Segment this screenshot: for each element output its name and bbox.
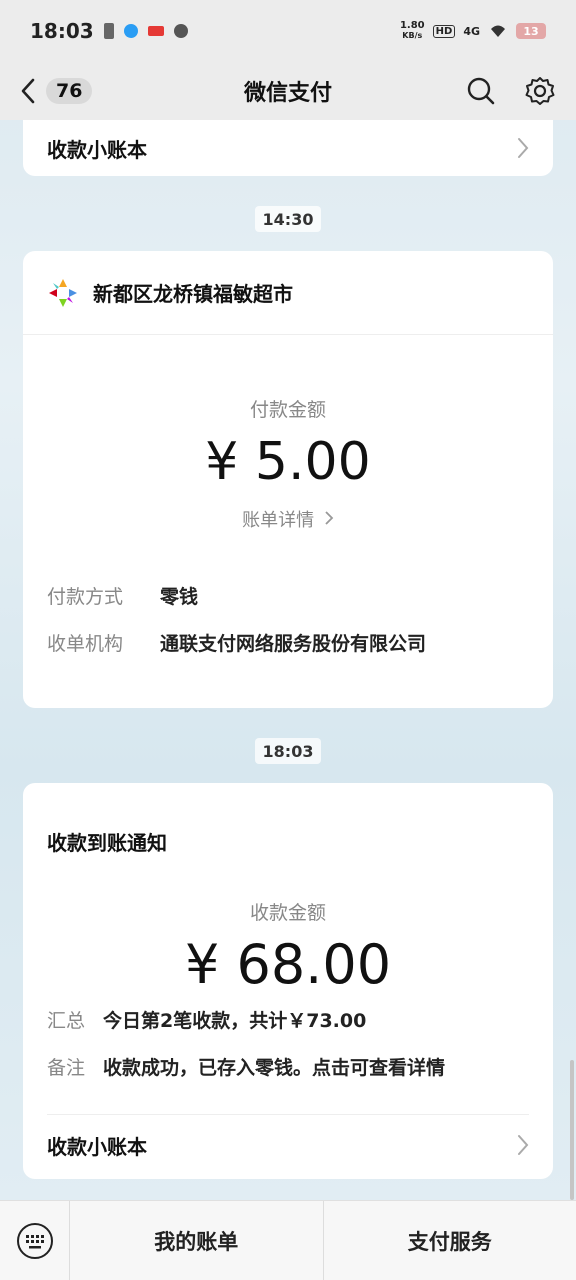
status-time: 18:03 xyxy=(30,19,94,43)
payment-card[interactable]: 新都区龙桥镇福敏超市 付款金额 ¥ 5.00 账单详情 付款方式 零钱 收单机构… xyxy=(23,251,553,708)
network-icon: 4G xyxy=(463,24,480,38)
payment-amount-label: 付款金额 xyxy=(249,399,326,421)
note-row: 备注 收款成功，已存入零钱。点击可查看详情 xyxy=(23,1053,553,1080)
battery-icon: 13 xyxy=(516,23,546,39)
receipt-card[interactable]: 收款到账通知 收款金额 ¥ 68.00 汇总 今日第2笔收款，共计￥73.00 … xyxy=(23,783,553,1179)
chevron-right-icon xyxy=(518,1135,529,1155)
payment-method-row: 付款方式 零钱 xyxy=(23,582,553,609)
chevron-left-icon xyxy=(21,78,35,104)
ledger-label: 收款小账本 xyxy=(47,1134,147,1159)
merchant-row[interactable]: 新都区龙桥镇福敏超市 xyxy=(23,251,553,335)
institution-value: 通联支付网络服务股份有限公司 xyxy=(160,633,427,655)
payment-method-value: 零钱 xyxy=(160,586,199,608)
net-speed: 1.80 KB/s xyxy=(400,21,425,41)
nav-bar: 76 微信支付 xyxy=(0,62,576,120)
my-bills-menu[interactable]: 我的账单 xyxy=(70,1201,323,1280)
bottom-menu-bar: 我的账单 支付服务 xyxy=(0,1200,576,1280)
summary-value: 今日第2笔收款，共计￥73.00 xyxy=(103,1010,367,1032)
news-icon xyxy=(147,26,164,36)
gear-icon[interactable] xyxy=(524,75,556,107)
receipt-amount: ¥ 68.00 xyxy=(184,933,392,996)
chevron-right-icon xyxy=(518,138,529,158)
ledger-link-bottom[interactable]: 收款小账本 xyxy=(23,1115,553,1175)
note-value: 收款成功，已存入零钱。点击可查看详情 xyxy=(103,1057,446,1079)
message-icon xyxy=(173,24,188,38)
institution-key: 收单机构 xyxy=(47,633,124,655)
sim-icon xyxy=(103,23,114,39)
summary-key: 汇总 xyxy=(47,1010,86,1032)
payment-method-key: 付款方式 xyxy=(47,586,124,608)
qq-icon xyxy=(123,24,138,38)
message-timestamp: 18:03 xyxy=(255,738,321,764)
merchant-name: 新都区龙桥镇福敏超市 xyxy=(93,282,293,306)
receipt-amount-label: 收款金额 xyxy=(249,902,326,924)
payment-amount: ¥ 5.00 xyxy=(205,432,371,492)
merchant-logo-icon xyxy=(49,278,77,307)
keyboard-icon xyxy=(16,1222,53,1259)
ledger-card-top[interactable]: 收款小账本 xyxy=(23,120,553,176)
wifi-icon xyxy=(491,25,505,37)
chevron-right-icon xyxy=(325,511,334,525)
ledger-link-top[interactable]: 收款小账本 xyxy=(23,120,553,176)
message-timestamp: 14:30 xyxy=(255,206,321,232)
receipt-title: 收款到账通知 xyxy=(47,831,167,855)
status-bar: 18:03 1.80 KB/s HD 4G 13 xyxy=(0,0,576,62)
keyboard-toggle-button[interactable] xyxy=(0,1200,70,1280)
scrollbar[interactable] xyxy=(570,1060,574,1200)
institution-row: 收单机构 通联支付网络服务股份有限公司 xyxy=(23,629,553,656)
note-key: 备注 xyxy=(47,1057,86,1079)
bill-detail-link[interactable]: 账单详情 xyxy=(23,506,553,532)
summary-row: 汇总 今日第2笔收款，共计￥73.00 xyxy=(23,1006,553,1033)
net-speed-unit: KB/s xyxy=(402,31,423,40)
bill-detail-label: 账单详情 xyxy=(242,510,315,531)
ledger-label: 收款小账本 xyxy=(47,137,147,162)
back-button[interactable]: 76 xyxy=(20,77,93,105)
hd-badge: HD xyxy=(432,24,456,38)
net-speed-value: 1.80 xyxy=(399,20,425,31)
pay-services-menu[interactable]: 支付服务 xyxy=(322,1200,576,1280)
search-icon[interactable] xyxy=(466,76,496,106)
unread-count-badge: 76 xyxy=(46,78,93,104)
